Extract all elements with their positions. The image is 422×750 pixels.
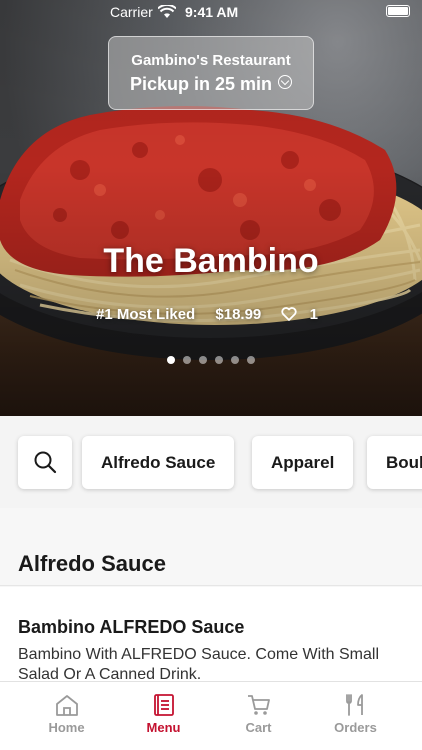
menu-section-header: Alfredo Sauce: [0, 508, 422, 586]
wifi-icon: [158, 5, 176, 18]
hero-banner[interactable]: Carrier 9:41 AM Gambino's Restaurant Pic…: [0, 0, 422, 416]
status-time: 9:41 AM: [185, 4, 239, 20]
heart-icon: [281, 307, 298, 321]
search-icon: [34, 451, 57, 474]
menu-item-description: Bambino With ALFREDO Sauce. Come With Sm…: [18, 646, 380, 683]
featured-dish-title: The Bambino: [103, 242, 319, 280]
like-count: 1: [309, 306, 318, 323]
menu-icon: [153, 694, 174, 716]
carousel-dot[interactable]: [247, 356, 255, 364]
tab-home-label: Home: [48, 720, 85, 735]
battery-icon: [386, 5, 410, 17]
carousel-dot[interactable]: [215, 356, 223, 364]
store-pickup-selector[interactable]: Gambino's Restaurant Pickup in 25 min: [108, 36, 314, 110]
dish-price: $18.99: [215, 306, 262, 323]
category-chip-apparel[interactable]: Apparel: [252, 436, 354, 489]
category-chip-boul[interactable]: Boul: [367, 436, 422, 489]
featured-dish-meta: #1 Most Liked $18.99 1: [0, 306, 422, 323]
tab-orders[interactable]: Orders: [303, 682, 408, 750]
menu-item[interactable]: Bambino ALFREDO Sauce Bambino With ALFRE…: [0, 587, 422, 687]
carousel-indicator[interactable]: [0, 351, 422, 369]
chevron-down-icon: [278, 75, 293, 89]
tab-orders-label: Orders: [334, 720, 377, 735]
carousel-dot[interactable]: [231, 356, 239, 364]
restaurant-name: Gambino's Restaurant: [131, 52, 291, 69]
tab-menu-label: Menu: [146, 720, 181, 735]
section-title: Alfredo Sauce: [18, 551, 166, 576]
category-chip-alfredo-sauce[interactable]: Alfredo Sauce: [82, 436, 235, 489]
pickup-text: Pickup in 25 min: [129, 74, 273, 94]
tab-bar: Home Menu Cart Orders: [0, 681, 422, 750]
tab-cart-label: Cart: [245, 720, 272, 735]
carousel-dot[interactable]: [183, 356, 191, 364]
carousel-dot[interactable]: [167, 356, 175, 364]
pickup-time: Pickup in 25 min: [109, 74, 313, 95]
tab-menu[interactable]: Menu: [111, 682, 216, 750]
like-button[interactable]: 1: [281, 306, 326, 323]
orders-icon: [345, 694, 363, 716]
category-search-button[interactable]: [18, 436, 72, 489]
cart-icon: [247, 695, 270, 715]
category-strip[interactable]: Alfredo Sauce Apparel Boul: [0, 416, 422, 508]
tab-home[interactable]: Home: [14, 682, 119, 750]
status-bar: Carrier 9:41 AM: [0, 0, 422, 24]
menu-item-title: Bambino ALFREDO Sauce: [18, 617, 245, 637]
carousel-dot[interactable]: [199, 356, 207, 364]
home-icon: [55, 695, 78, 716]
tab-cart[interactable]: Cart: [206, 682, 311, 750]
dish-rank: #1 Most Liked: [96, 306, 196, 323]
carrier-label: Carrier: [110, 4, 153, 20]
